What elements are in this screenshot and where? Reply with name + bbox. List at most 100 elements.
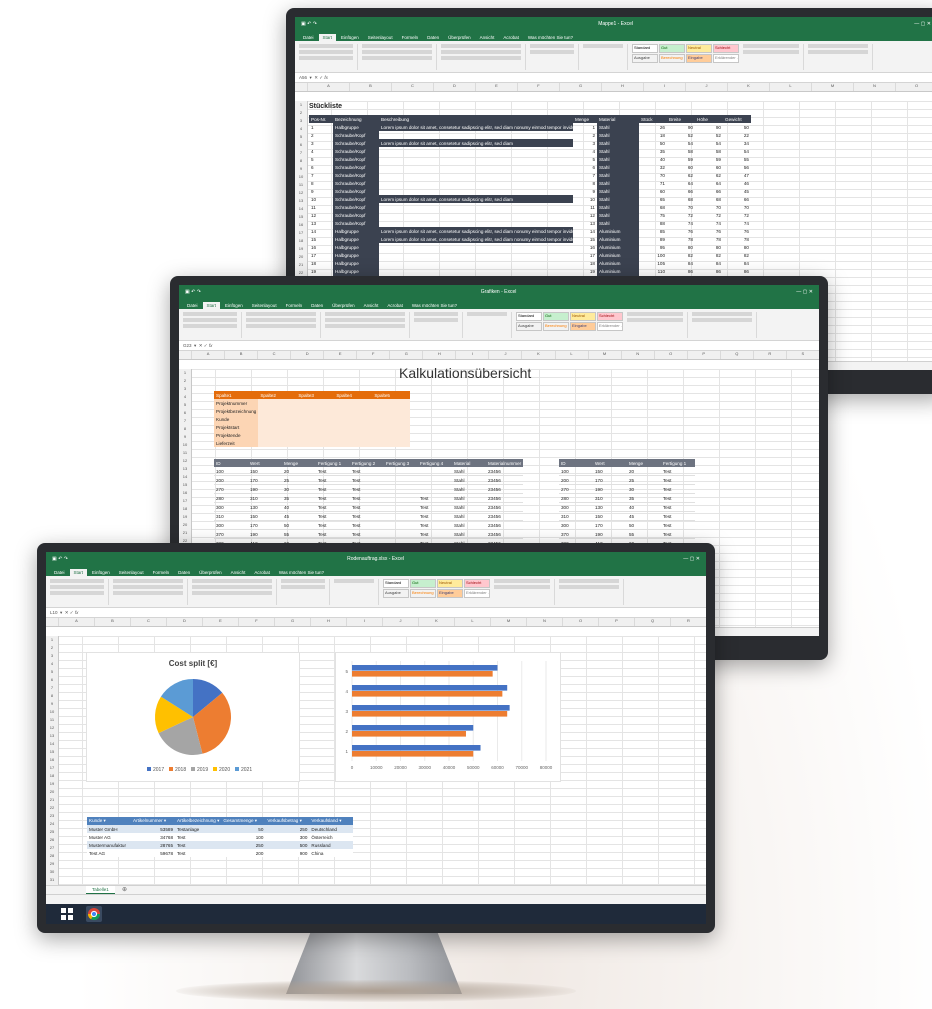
row-number[interactable]: 9	[295, 165, 307, 173]
column-header[interactable]: Wert	[593, 459, 627, 467]
table-cell[interactable]: 30	[282, 484, 316, 494]
cells-group[interactable]	[627, 312, 688, 338]
table-row[interactable]: 370 190 55 Test	[559, 529, 695, 539]
row-number[interactable]: 20	[295, 253, 307, 261]
conditional-format-button[interactable]	[334, 579, 379, 605]
table-cell[interactable]: 55	[723, 155, 751, 163]
table-row[interactable]: 2 Schraube/Kopf 2 Stahl 18 52 52 22	[309, 131, 751, 139]
table-row[interactable]: 300 170 50 Test	[559, 520, 695, 530]
row-number[interactable]: 17	[179, 497, 191, 505]
table-row[interactable]: Projektstart	[214, 423, 411, 431]
table-cell[interactable]: 100	[214, 467, 248, 476]
table-cell[interactable]: Lorem ipsum dolor sit amet, consetetur s…	[379, 139, 573, 147]
table-cell[interactable]: 370	[214, 529, 248, 539]
row-number[interactable]: 2	[46, 644, 58, 652]
table-cell[interactable]: 60	[667, 163, 695, 171]
table-cell[interactable]: Halbgruppe	[333, 243, 379, 251]
table-cell[interactable]: 250	[265, 825, 310, 833]
table-cell[interactable]: Test	[418, 529, 452, 539]
table-cell[interactable]: 32	[639, 163, 667, 171]
table-cell[interactable]: 40	[627, 502, 661, 512]
row-number[interactable]: 20	[46, 788, 58, 796]
table-cell[interactable]: Schraube/Kopf	[333, 147, 379, 155]
bar[interactable]	[352, 691, 503, 697]
table-cell[interactable]: 54	[695, 139, 723, 147]
table-row[interactable]: 300 170 50 Test Test Test Stahl 23456	[214, 520, 524, 530]
table-row[interactable]: 280 310 35 Test Test Test Stahl 23456	[214, 493, 524, 503]
window-controls[interactable]: — ▢ ✕	[796, 289, 813, 295]
bar[interactable]	[352, 725, 474, 731]
table-cell[interactable]: Stahl	[452, 467, 486, 476]
table-cell[interactable]: 46	[723, 179, 751, 187]
table-cell[interactable]: 45	[723, 187, 751, 195]
table-cell[interactable]: Stahl	[452, 493, 486, 503]
pie-chart-area[interactable]: Cost split [€] 2017 2018 2019 2020 2021	[86, 652, 300, 782]
table-cell[interactable]: Stahl	[597, 139, 639, 147]
table-cell[interactable]: 23456	[486, 467, 524, 476]
sales-table[interactable]: Kunde ▾ Artikelnummer ▾ Artikelbezeichnung…	[87, 817, 354, 857]
table-cell[interactable]: Stahl	[597, 123, 639, 131]
table-cell[interactable]	[384, 520, 418, 530]
table-cell[interactable]: 64	[695, 179, 723, 187]
table-row[interactable]: 370 190 55 Test Test Test Stahl 23456	[214, 529, 524, 539]
table-cell[interactable]	[334, 415, 373, 423]
table-cell[interactable]: 45	[627, 511, 661, 521]
table-cell[interactable]: 300	[214, 502, 248, 512]
table-cell[interactable]	[296, 431, 335, 439]
table-cell[interactable]: 74	[695, 219, 723, 227]
table-cell[interactable]: Mustermanufaktur	[87, 841, 131, 849]
row-number[interactable]: 11	[295, 181, 307, 189]
table-cell[interactable]: 22	[723, 131, 751, 139]
ribbon-tab[interactable]: Was möchten Sie tun?	[408, 302, 461, 309]
table-cell[interactable]: 72	[695, 211, 723, 219]
table-row[interactable]: 3 Schraube/Kopf Lorem ipsum dolor sit amet…	[309, 139, 751, 147]
bar[interactable]	[352, 671, 493, 677]
table-cell[interactable]: 54	[667, 139, 695, 147]
table-cell[interactable]: 110	[639, 267, 667, 275]
table-row[interactable]: Muster AG 34768 Test 100 300 Österreich	[87, 833, 354, 841]
table-row[interactable]: 1 Halbgruppe Lorem ipsum dolor sit amet, c…	[309, 123, 751, 131]
table-cell[interactable]: 35	[627, 493, 661, 503]
table-cell[interactable]: Test	[316, 511, 350, 521]
table-cell[interactable]: 68	[667, 195, 695, 203]
sheet-tab[interactable]: Tabelle1	[86, 886, 115, 894]
table-cell[interactable]	[258, 439, 297, 447]
table-cell[interactable]: Test	[350, 493, 384, 503]
table-cell[interactable]: 2	[573, 131, 597, 139]
table-cell[interactable]: 170	[248, 520, 282, 530]
row-number[interactable]: 21	[179, 529, 191, 537]
table-cell[interactable]: Stahl	[597, 211, 639, 219]
column-header[interactable]: Spalte1	[214, 391, 259, 399]
column-header[interactable]: Material	[452, 459, 486, 467]
table-row[interactable]: 270 190 30 Test	[559, 484, 695, 494]
table-cell[interactable]	[379, 211, 573, 219]
table-cell[interactable]	[372, 423, 411, 431]
table-cell[interactable]	[384, 529, 418, 539]
table-cell[interactable]: 70	[695, 203, 723, 211]
ribbon-tab[interactable]: Überprüfen	[444, 34, 475, 41]
row-number[interactable]: 17	[46, 764, 58, 772]
row-number[interactable]: 8	[295, 157, 307, 165]
table-cell[interactable]	[296, 399, 335, 407]
table-row[interactable]: 7 Schraube/Kopf 7 Stahl 70 62 62 47	[309, 171, 751, 179]
table-row[interactable]: Lieferzeit	[214, 439, 411, 447]
row-number[interactable]: 19	[46, 780, 58, 788]
row-number[interactable]: 31	[46, 876, 58, 884]
table-cell[interactable]: Test	[350, 467, 384, 476]
table-cell[interactable]: 23456	[486, 484, 524, 494]
column-header[interactable]: Beschreibung	[379, 115, 573, 123]
table-cell[interactable]: Schraube/Kopf	[333, 211, 379, 219]
table-row[interactable]: Projektnummer	[214, 399, 411, 407]
window-controls[interactable]: — ▢ ✕	[683, 556, 700, 562]
table-cell[interactable]: Test	[316, 475, 350, 485]
table-cell[interactable]: 16	[309, 243, 333, 251]
table-cell[interactable]: Testanlage	[175, 825, 222, 833]
table-cell[interactable]: 6	[573, 163, 597, 171]
row-number[interactable]: 15	[179, 481, 191, 489]
table-cell[interactable]: 190	[593, 529, 627, 539]
table-cell[interactable]: 105	[639, 259, 667, 267]
table-cell[interactable]: 86	[695, 267, 723, 275]
table-cell[interactable]: 82	[667, 251, 695, 259]
row-number[interactable]: 21	[295, 261, 307, 269]
alignment-group[interactable]	[192, 579, 277, 605]
